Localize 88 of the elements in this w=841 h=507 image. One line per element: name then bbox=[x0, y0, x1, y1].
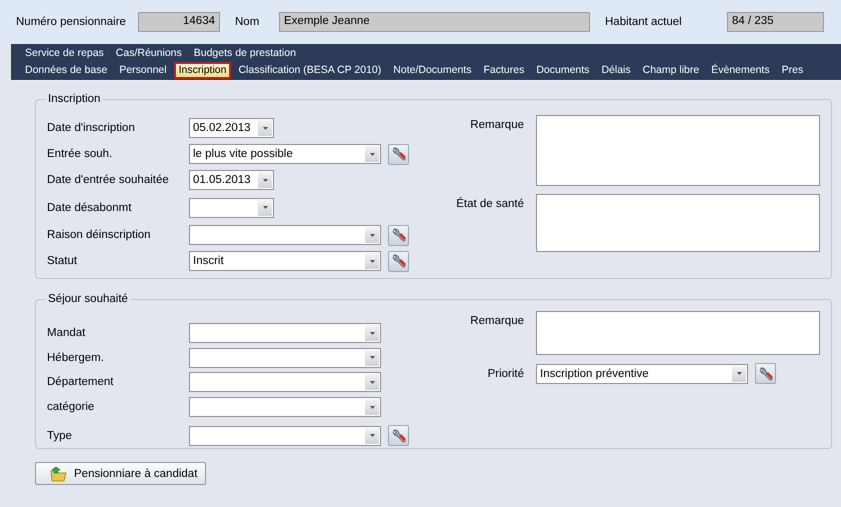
field-label: État de santé bbox=[455, 198, 524, 210]
field-label: Remarque bbox=[469, 119, 524, 131]
caret-icon bbox=[370, 356, 374, 360]
caret-icon bbox=[370, 152, 374, 156]
caret-icon bbox=[370, 406, 374, 409]
wrench-icon bbox=[390, 146, 406, 162]
tab[interactable]: Personnel bbox=[114, 62, 172, 79]
field-label: Hébergem. bbox=[47, 352, 105, 364]
caret-icon bbox=[262, 206, 268, 209]
dropdown-field[interactable]: Inscrit bbox=[189, 251, 381, 271]
date-picker[interactable]: 01.05.2013 bbox=[189, 170, 274, 190]
wrench-icon bbox=[390, 428, 406, 444]
tab[interactable]: Documents bbox=[531, 62, 594, 79]
readonly-field[interactable]: 14634 bbox=[138, 12, 220, 32]
tab[interactable]: Service de repas bbox=[20, 45, 109, 62]
caret-icon bbox=[370, 234, 374, 236]
dropdown-button[interactable] bbox=[732, 366, 746, 382]
dropdown-field[interactable] bbox=[189, 426, 381, 446]
lookup-button[interactable] bbox=[388, 425, 409, 446]
tab[interactable]: Données de base bbox=[20, 62, 112, 79]
field-label: Mandat bbox=[47, 327, 86, 340]
readonly-field[interactable]: 84 / 235 bbox=[727, 12, 824, 32]
text-area[interactable] bbox=[536, 115, 820, 186]
text-area[interactable] bbox=[536, 311, 820, 355]
wrench-icon bbox=[758, 366, 774, 382]
field-label: Type bbox=[47, 430, 73, 442]
action-button[interactable]: Pensionniare à candidat bbox=[35, 462, 206, 485]
dropdown-field[interactable] bbox=[189, 397, 381, 418]
tab[interactable]: Inscription bbox=[174, 62, 232, 79]
lookup-button[interactable] bbox=[388, 224, 409, 246]
dropdown-button[interactable] bbox=[365, 227, 379, 243]
wrench-icon bbox=[390, 227, 406, 243]
tab[interactable]: Pres bbox=[776, 62, 808, 79]
group-title: Séjour souhaité bbox=[47, 293, 129, 305]
dropdown-button[interactable] bbox=[365, 374, 379, 390]
folder-arrow-icon bbox=[50, 466, 68, 482]
dropdown-button[interactable] bbox=[258, 172, 272, 188]
tab[interactable]: Factures bbox=[478, 62, 530, 79]
tab[interactable]: Budgets de prestation bbox=[188, 45, 301, 62]
caret-icon bbox=[736, 372, 742, 375]
tab[interactable]: Champ libre bbox=[638, 62, 704, 79]
date-picker[interactable]: 05.02.2013 bbox=[189, 118, 274, 138]
group-title: Inscription bbox=[47, 93, 102, 105]
field-label: Date d'entrée souhaitée bbox=[47, 174, 170, 186]
dropdown-field[interactable] bbox=[189, 225, 381, 245]
field-label: Entrée souh. bbox=[47, 148, 114, 160]
field-label: Département bbox=[47, 376, 114, 388]
text-area[interactable] bbox=[536, 194, 820, 252]
wrench-icon bbox=[390, 253, 406, 269]
dropdown-button[interactable] bbox=[365, 350, 379, 366]
dropdown-field[interactable] bbox=[189, 372, 381, 392]
lookup-button[interactable] bbox=[388, 144, 409, 164]
caret-icon bbox=[370, 332, 374, 335]
dropdown-button[interactable] bbox=[258, 120, 272, 136]
dropdown-button[interactable] bbox=[365, 325, 379, 342]
field-label: Date d'inscription bbox=[47, 122, 136, 134]
tab[interactable]: Note/Documents bbox=[388, 62, 476, 79]
readonly-field[interactable]: Exemple Jeanne bbox=[279, 12, 590, 32]
field-label: Raison déinscription bbox=[47, 229, 152, 241]
lookup-button[interactable] bbox=[388, 250, 409, 272]
field-label: Remarque bbox=[469, 315, 524, 327]
caret-icon bbox=[370, 380, 374, 384]
caret-icon bbox=[262, 178, 268, 182]
tab[interactable]: Délais bbox=[596, 62, 636, 79]
dropdown-field[interactable]: Inscription préventive bbox=[536, 364, 748, 384]
dropdown-field[interactable] bbox=[189, 323, 381, 344]
dropdown-button[interactable] bbox=[365, 146, 379, 162]
field-label: Date désabonmt bbox=[47, 202, 132, 214]
field-label: Priorité bbox=[486, 368, 524, 380]
lookup-button[interactable] bbox=[755, 363, 776, 384]
dropdown-field[interactable] bbox=[189, 348, 381, 368]
dropdown-button[interactable] bbox=[365, 399, 379, 416]
field-label: catégorie bbox=[47, 401, 96, 414]
field-label: Nom bbox=[235, 16, 260, 28]
tab[interactable]: Classification (BESA CP 2010) bbox=[233, 62, 386, 79]
dropdown-button[interactable] bbox=[258, 200, 272, 216]
caret-icon bbox=[370, 434, 374, 438]
caret-icon bbox=[370, 260, 374, 262]
caret-icon bbox=[262, 126, 268, 130]
tab[interactable]: Évènements bbox=[706, 62, 775, 79]
field-label: Statut bbox=[47, 255, 78, 267]
field-label: Habitant actuel bbox=[605, 16, 683, 28]
tab[interactable]: Cas/Réunions bbox=[110, 45, 187, 62]
dropdown-button[interactable] bbox=[365, 253, 379, 269]
date-picker[interactable] bbox=[189, 198, 274, 218]
field-label: Numéro pensionnaire bbox=[16, 16, 127, 28]
dropdown-button[interactable] bbox=[365, 428, 379, 444]
dropdown-field[interactable]: le plus vite possible bbox=[189, 144, 381, 164]
